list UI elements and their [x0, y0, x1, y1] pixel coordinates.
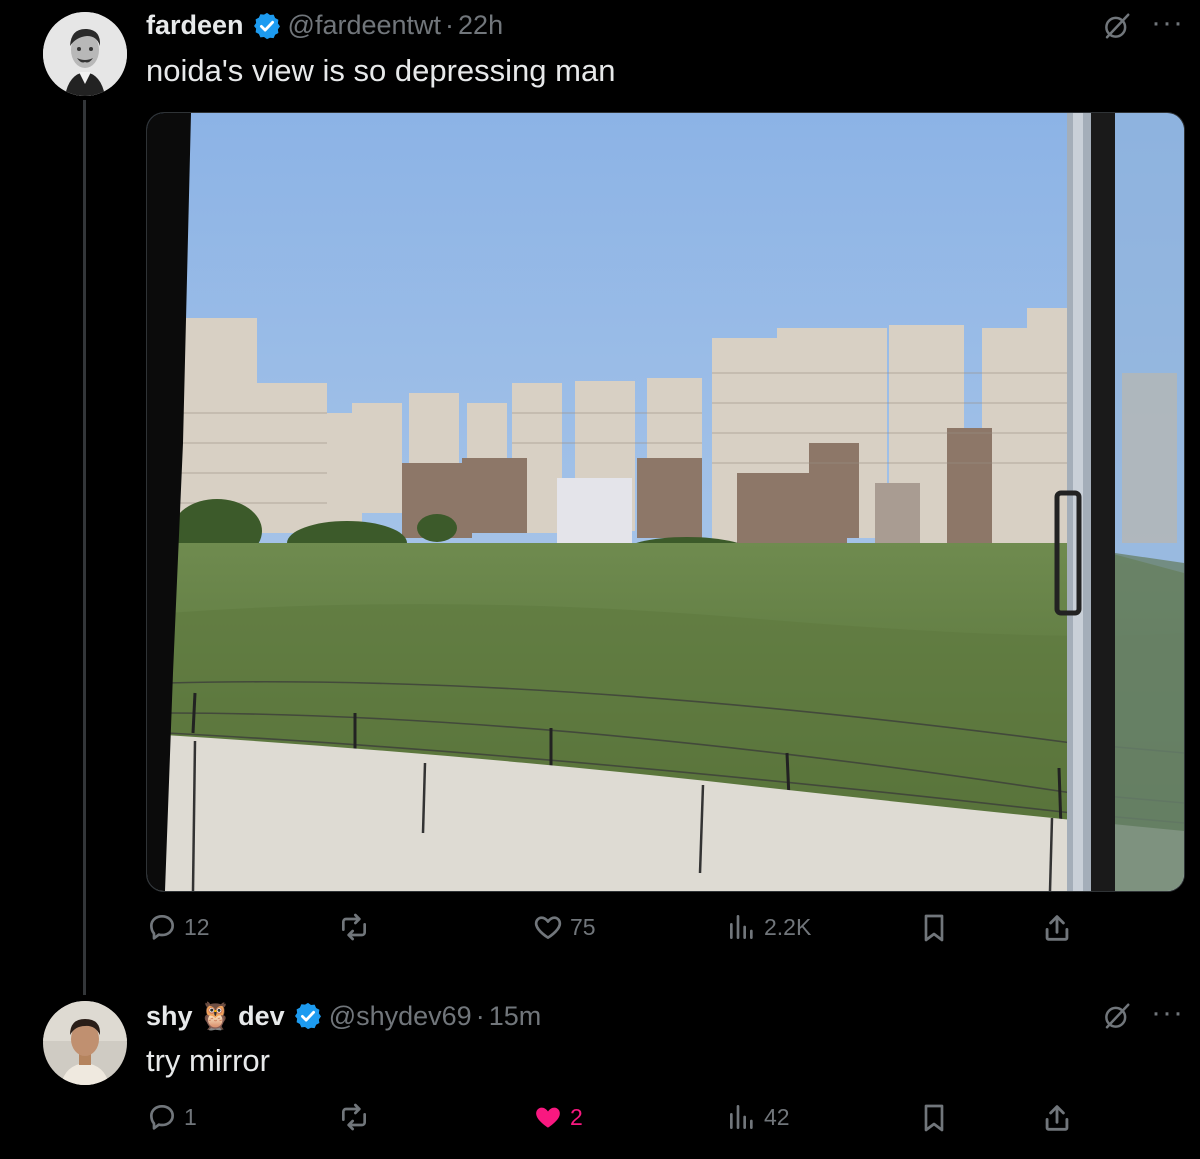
- more-icon[interactable]: ···: [1151, 996, 1184, 1030]
- separator-dot: ·: [445, 10, 455, 40]
- reply-icon: [150, 1105, 174, 1130]
- like-filled-icon: [536, 1107, 560, 1128]
- separator-dot: ·: [475, 1000, 485, 1031]
- like-button-active[interactable]: 2: [532, 1101, 583, 1133]
- repost-button[interactable]: [338, 1101, 376, 1133]
- like-button[interactable]: 75: [532, 911, 596, 943]
- repost-button[interactable]: [338, 911, 376, 943]
- reply-button[interactable]: 12: [146, 911, 210, 943]
- views-icon: [730, 915, 753, 939]
- tweet-text: try mirror: [146, 1043, 270, 1078]
- reply-count: 1: [184, 1103, 197, 1130]
- author-name[interactable]: fardeen: [146, 10, 244, 41]
- thread-line: [83, 100, 86, 995]
- like-count: 75: [570, 913, 596, 940]
- timestamp[interactable]: 22h: [458, 10, 503, 41]
- reply-icon: [150, 915, 174, 940]
- views-button[interactable]: 42: [726, 1101, 790, 1133]
- like-icon: [534, 916, 562, 939]
- views-icon: [730, 1105, 753, 1129]
- views-button[interactable]: 2.2K: [726, 911, 811, 943]
- more-icon[interactable]: ···: [1151, 6, 1184, 40]
- avatar-shydev[interactable]: [43, 1001, 127, 1085]
- tweet-text: noida's view is so depressing man: [146, 53, 616, 88]
- views-count: 2.2K: [764, 913, 812, 940]
- reply-button[interactable]: 1: [146, 1101, 197, 1133]
- verified-badge-icon: [253, 12, 280, 39]
- owl-emoji: 🦉: [198, 1001, 233, 1031]
- tweet2-header: shy 🦉 dev @shydev69 · 15m: [146, 1000, 541, 1032]
- grok-icon[interactable]: [1102, 1001, 1132, 1031]
- author-handle[interactable]: @shydev69: [329, 1001, 472, 1032]
- tweet1-header: fardeen @fardeentwt · 22h: [146, 10, 503, 41]
- bookmark-icon[interactable]: [918, 912, 950, 944]
- author-handle[interactable]: @fardeentwt: [288, 10, 441, 41]
- timestamp[interactable]: 15m: [489, 1001, 542, 1032]
- author-name-part1[interactable]: shy: [146, 1001, 193, 1032]
- repost-icon: [342, 1103, 366, 1131]
- share-icon[interactable]: [1040, 911, 1074, 945]
- verified-badge-icon: [294, 1002, 321, 1030]
- grok-icon[interactable]: [1102, 11, 1132, 41]
- tweet-photo[interactable]: [146, 112, 1185, 892]
- author-name-part2[interactable]: dev: [238, 1001, 285, 1032]
- views-count: 42: [764, 1103, 790, 1130]
- like-count: 2: [570, 1103, 583, 1130]
- reply-count: 12: [184, 913, 210, 940]
- avatar-fardeen[interactable]: [43, 12, 127, 96]
- repost-icon: [342, 913, 366, 941]
- share-icon[interactable]: [1040, 1101, 1074, 1135]
- bookmark-icon[interactable]: [918, 1102, 950, 1134]
